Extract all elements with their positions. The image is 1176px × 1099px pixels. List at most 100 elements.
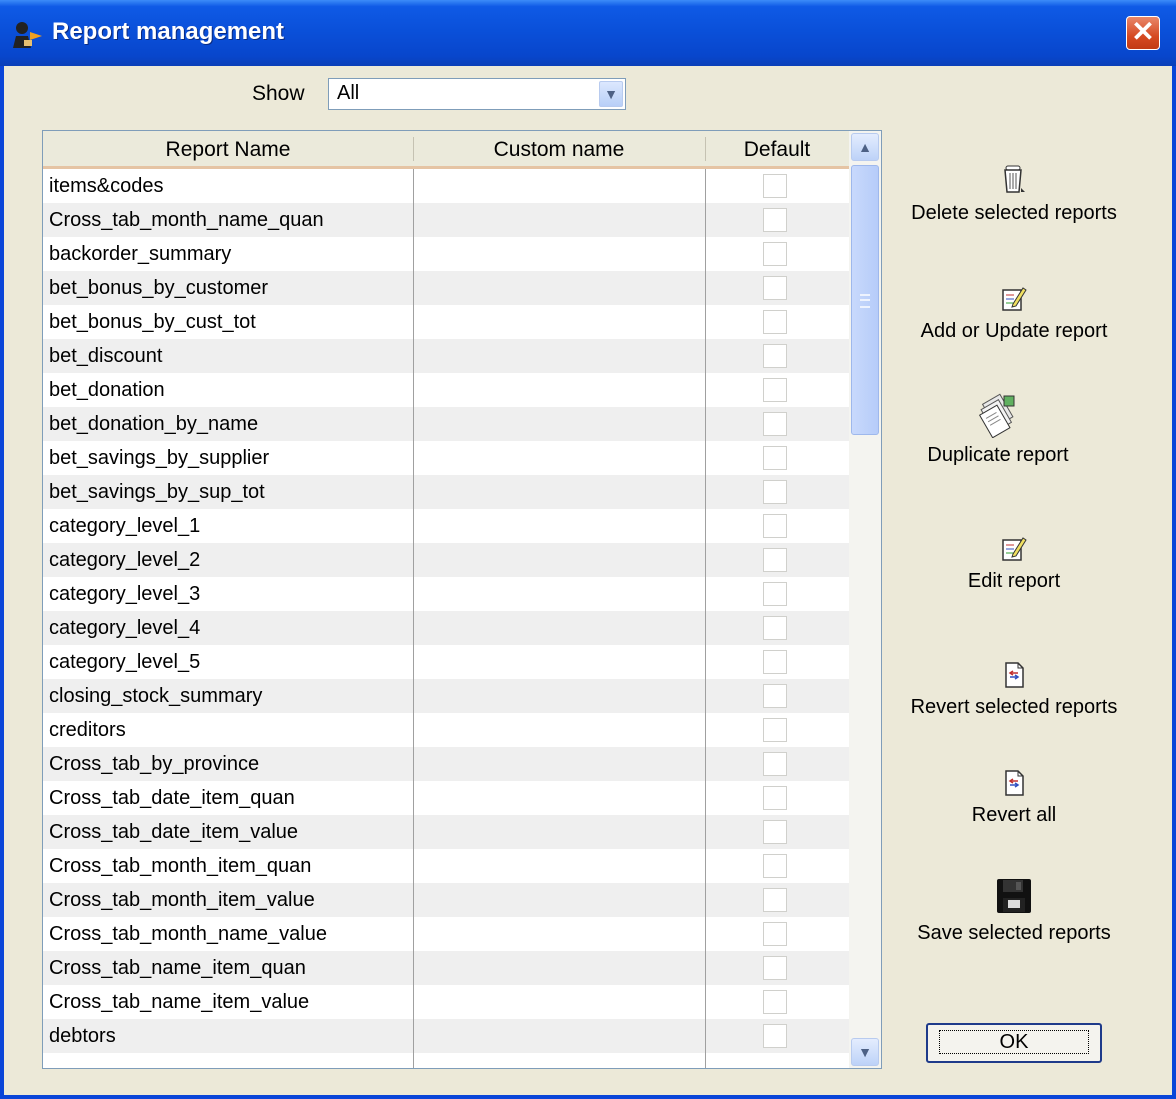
custom-name-cell[interactable]	[419, 407, 699, 441]
default-checkbox[interactable]	[763, 344, 787, 368]
default-checkbox[interactable]	[763, 820, 787, 844]
column-header-default[interactable]: Default	[705, 131, 849, 166]
save-report-action[interactable]: Save selected reports	[884, 876, 1144, 945]
table-row[interactable]: items&codes	[43, 169, 849, 203]
default-checkbox[interactable]	[763, 446, 787, 470]
column-header-custom-name[interactable]: Custom name	[413, 131, 705, 166]
default-checkbox[interactable]	[763, 684, 787, 708]
table-row[interactable]: category_level_3	[43, 577, 849, 611]
default-checkbox[interactable]	[763, 1024, 787, 1048]
revert-selected-report-action[interactable]: Revert selected reports	[884, 660, 1144, 719]
table-row[interactable]: Cross_tab_name_item_value	[43, 985, 849, 1019]
custom-name-cell[interactable]	[419, 883, 699, 917]
table-row[interactable]: Cross_tab_month_name_quan	[43, 203, 849, 237]
custom-name-cell[interactable]	[419, 747, 699, 781]
table-row[interactable]: bet_savings_by_sup_tot	[43, 475, 849, 509]
custom-name-cell[interactable]	[419, 917, 699, 951]
delete-report-action[interactable]: Delete selected reports	[884, 162, 1144, 225]
custom-name-cell[interactable]	[419, 271, 699, 305]
default-checkbox[interactable]	[763, 956, 787, 980]
table-row[interactable]: bet_donation_by_name	[43, 407, 849, 441]
table-row[interactable]: debtors	[43, 1019, 849, 1053]
custom-name-cell[interactable]	[419, 577, 699, 611]
scroll-down-button[interactable]: ▼	[851, 1038, 879, 1066]
duplicate-pages-icon[interactable]	[868, 392, 1128, 438]
default-checkbox[interactable]	[763, 412, 787, 436]
default-checkbox[interactable]	[763, 854, 787, 878]
default-checkbox[interactable]	[763, 752, 787, 776]
custom-name-cell[interactable]	[419, 1019, 699, 1053]
table-row[interactable]: Cross_tab_month_item_quan	[43, 849, 849, 883]
edit-document-icon[interactable]	[884, 284, 1144, 314]
custom-name-cell[interactable]	[419, 611, 699, 645]
custom-name-cell[interactable]	[419, 509, 699, 543]
custom-name-cell[interactable]	[419, 713, 699, 747]
custom-name-cell[interactable]	[419, 815, 699, 849]
custom-name-cell[interactable]	[419, 305, 699, 339]
custom-name-cell[interactable]	[419, 373, 699, 407]
default-checkbox[interactable]	[763, 548, 787, 572]
custom-name-cell[interactable]	[419, 985, 699, 1019]
edit-document-icon[interactable]	[884, 534, 1144, 564]
table-row[interactable]: bet_donation	[43, 373, 849, 407]
table-row[interactable]: Cross_tab_date_item_quan	[43, 781, 849, 815]
custom-name-cell[interactable]	[419, 237, 699, 271]
table-row[interactable]: category_level_5	[43, 645, 849, 679]
revert-document-icon[interactable]	[884, 660, 1144, 690]
default-checkbox[interactable]	[763, 514, 787, 538]
default-checkbox[interactable]	[763, 990, 787, 1014]
default-checkbox[interactable]	[763, 480, 787, 504]
duplicate-report-action[interactable]: Duplicate report	[868, 392, 1128, 467]
table-row[interactable]: bet_bonus_by_customer	[43, 271, 849, 305]
custom-name-cell[interactable]	[419, 781, 699, 815]
table-row[interactable]: Cross_tab_month_name_value	[43, 917, 849, 951]
custom-name-cell[interactable]	[419, 203, 699, 237]
custom-name-cell[interactable]	[419, 441, 699, 475]
ok-button[interactable]: OK	[926, 1023, 1102, 1063]
table-row[interactable]: category_level_4	[43, 611, 849, 645]
table-row[interactable]: category_level_1	[43, 509, 849, 543]
floppy-disk-icon[interactable]	[884, 876, 1144, 916]
table-row[interactable]: Cross_tab_month_item_value	[43, 883, 849, 917]
vertical-scrollbar[interactable]: ▲ ▼	[849, 131, 881, 1068]
custom-name-cell[interactable]	[419, 339, 699, 373]
table-row[interactable]: Cross_tab_by_province	[43, 747, 849, 781]
default-checkbox[interactable]	[763, 378, 787, 402]
table-row[interactable]: creditors	[43, 713, 849, 747]
title-bar[interactable]: Report management ✕	[0, 0, 1176, 66]
trash-can-icon[interactable]	[884, 162, 1144, 196]
custom-name-cell[interactable]	[419, 645, 699, 679]
custom-name-cell[interactable]	[419, 475, 699, 509]
default-checkbox[interactable]	[763, 276, 787, 300]
table-row[interactable]: Cross_tab_date_item_value	[43, 815, 849, 849]
custom-name-cell[interactable]	[419, 951, 699, 985]
revert-document-icon[interactable]	[884, 768, 1144, 798]
revert-all-report-action[interactable]: Revert all	[884, 768, 1144, 827]
table-row[interactable]: bet_bonus_by_cust_tot	[43, 305, 849, 339]
column-header-report-name[interactable]: Report Name	[43, 131, 413, 166]
show-dropdown[interactable]: All ▼	[328, 78, 626, 110]
table-row[interactable]: category_level_2	[43, 543, 849, 577]
scroll-up-button[interactable]: ▲	[851, 133, 879, 161]
default-checkbox[interactable]	[763, 922, 787, 946]
table-row[interactable]: backorder_summary	[43, 237, 849, 271]
default-checkbox[interactable]	[763, 242, 787, 266]
add-update-report-action[interactable]: Add or Update report	[884, 284, 1144, 343]
custom-name-cell[interactable]	[419, 543, 699, 577]
table-row[interactable]: closing_stock_summary	[43, 679, 849, 713]
default-checkbox[interactable]	[763, 888, 787, 912]
default-checkbox[interactable]	[763, 208, 787, 232]
custom-name-cell[interactable]	[419, 169, 699, 203]
table-row[interactable]: Cross_tab_name_item_quan	[43, 951, 849, 985]
default-checkbox[interactable]	[763, 650, 787, 674]
default-checkbox[interactable]	[763, 174, 787, 198]
default-checkbox[interactable]	[763, 718, 787, 742]
default-checkbox[interactable]	[763, 310, 787, 334]
default-checkbox[interactable]	[763, 582, 787, 606]
default-checkbox[interactable]	[763, 616, 787, 640]
default-checkbox[interactable]	[763, 786, 787, 810]
custom-name-cell[interactable]	[419, 679, 699, 713]
custom-name-cell[interactable]	[419, 849, 699, 883]
table-row[interactable]: bet_savings_by_supplier	[43, 441, 849, 475]
close-button[interactable]: ✕	[1126, 16, 1160, 50]
